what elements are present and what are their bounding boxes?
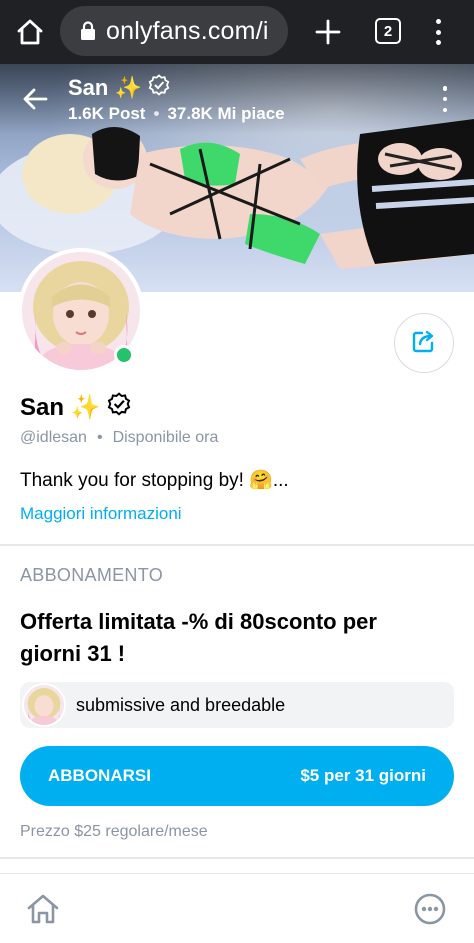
- regular-price-note: Prezzo $25 regolare/mese: [20, 823, 208, 840]
- more-vertical-icon[interactable]: [438, 86, 452, 112]
- subscription-message: submissive and breedable: [20, 682, 454, 728]
- url-text: onlyfans.com/i: [106, 16, 269, 45]
- more-options-icon[interactable]: [412, 891, 448, 927]
- handle-separator: •: [96, 429, 103, 446]
- cover-profile-title: San ✨: [68, 74, 170, 102]
- bottom-navigation: [0, 873, 474, 943]
- new-tab-plus-icon[interactable]: [312, 12, 344, 52]
- more-info-link[interactable]: Maggiori informazioni: [20, 504, 182, 524]
- profile-bio: Thank you for stopping by! 🤗...: [20, 470, 289, 491]
- address-bar[interactable]: onlyfans.com/i: [60, 6, 288, 56]
- message-avatar: [22, 683, 66, 727]
- subscribe-button-label: ABBONARSI: [48, 766, 151, 785]
- profile-name: San ✨: [20, 394, 101, 421]
- posts-count: 1.6K Post: [68, 104, 146, 123]
- tab-switcher-icon[interactable]: 2: [375, 18, 401, 44]
- subscription-section-title: ABBONAMENTO: [20, 565, 163, 585]
- section-divider: [0, 544, 474, 546]
- lock-icon: [80, 21, 96, 41]
- availability-status: Disponibile ora: [112, 429, 219, 446]
- section-divider: [0, 857, 474, 859]
- stats-separator: •: [153, 104, 160, 123]
- share-button[interactable]: [394, 313, 454, 373]
- cover-name: San ✨: [68, 75, 142, 100]
- likes-count: 37.8K Mi piace: [167, 104, 285, 123]
- profile-name-row: San ✨: [20, 392, 131, 423]
- nav-home-icon[interactable]: [24, 890, 62, 928]
- share-icon: [411, 328, 437, 359]
- subscribe-button[interactable]: ABBONARSI $5 per 31 giorni: [20, 746, 454, 806]
- cover-header: San ✨ 1.6K Post • 37.8K Mi piace: [0, 64, 474, 134]
- handle-row: @idlesan • Disponibile ora: [20, 429, 218, 447]
- online-status-indicator: [114, 345, 134, 365]
- message-text: submissive and breedable: [76, 694, 286, 715]
- subscribe-button-price: $5 per 31 giorni: [300, 766, 426, 785]
- verified-icon: [107, 392, 131, 423]
- browser-toolbar: onlyfans.com/i 2: [0, 0, 474, 64]
- offer-text: Offerta limitata -% di 80sconto per gior…: [20, 609, 377, 666]
- browser-home-icon[interactable]: [10, 12, 50, 52]
- back-arrow-icon[interactable]: [18, 82, 52, 116]
- cover-stats: 1.6K Post • 37.8K Mi piace: [68, 104, 285, 124]
- profile-handle: @idlesan: [20, 429, 87, 446]
- browser-menu-icon[interactable]: [428, 14, 448, 50]
- verified-icon: [148, 74, 170, 102]
